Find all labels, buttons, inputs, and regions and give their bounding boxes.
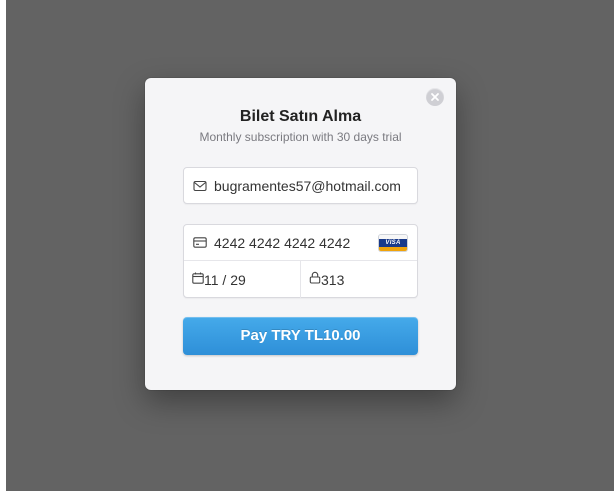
calendar-icon [192,271,204,289]
close-icon [431,93,439,101]
expiry-cell [184,261,300,298]
expiry-input[interactable] [204,271,300,288]
lock-icon [309,271,321,289]
card-number-input[interactable] [214,234,384,251]
cvc-input[interactable] [321,271,417,288]
dialog-subtitle: Monthly subscription with 30 days trial [199,130,402,144]
dialog-title: Bilet Satın Alma [239,108,362,125]
pay-button[interactable]: Pay TRY TL10.00 [183,317,418,355]
visa-logo-icon: VISA [379,235,407,251]
credit-card-icon [192,235,208,251]
envelope-icon [192,178,208,194]
card-number-row: VISA [184,225,417,261]
card-meta-row [184,261,417,298]
cvc-cell [300,261,417,298]
card-details-container: VISA [183,224,418,298]
close-button[interactable] [426,88,444,106]
email-input[interactable] [214,177,417,194]
email-field-container [183,167,418,204]
payment-dialog: Bilet Satın Alma Monthly subscription wi… [145,78,456,390]
